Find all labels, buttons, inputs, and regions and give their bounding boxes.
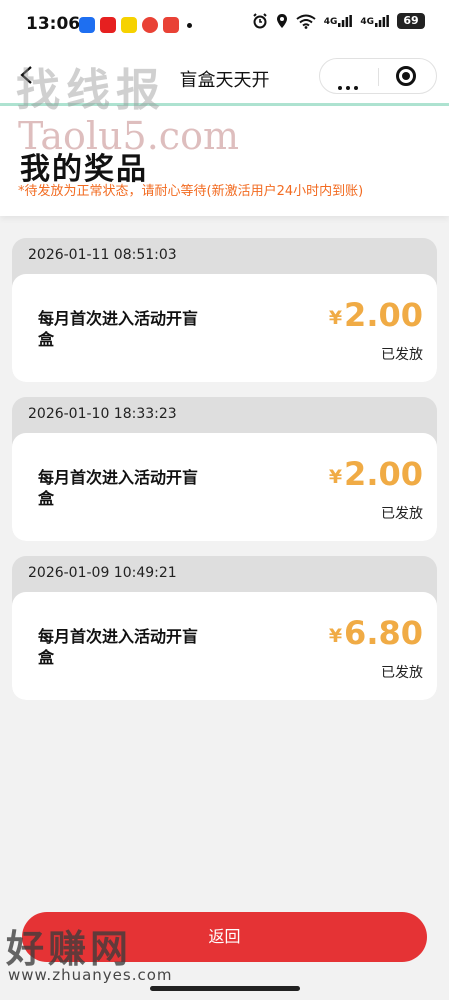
alarm-icon xyxy=(252,13,267,29)
prize-amount: ¥6.80 xyxy=(329,614,423,652)
red-app-icon xyxy=(100,17,116,33)
prize-status: 已发放 xyxy=(381,506,423,522)
more-notifications-dot-icon xyxy=(187,22,192,28)
watermark-bottom-cn: 好赚网 xyxy=(6,927,133,971)
amount-value: 6.80 xyxy=(344,614,423,652)
more-dots-icon[interactable] xyxy=(338,75,362,90)
prize-date: 2026-01-10 18:33:23 xyxy=(28,406,177,422)
prize-date: 2026-01-09 10:49:21 xyxy=(28,565,177,581)
location-icon xyxy=(276,14,287,28)
watermark-bottom-en: www.zhuanyes.com xyxy=(8,966,173,984)
battery-icon: 69 xyxy=(397,13,425,29)
prize-status: 已发放 xyxy=(381,347,423,363)
currency-symbol: ¥ xyxy=(328,307,343,329)
prize-card: 2026-01-09 10:49:21 每月首次进入活动开盲盒 ¥6.80 已发… xyxy=(12,556,437,700)
system-icons: 4G 4G 69 xyxy=(252,13,425,29)
red-square-app-icon xyxy=(163,17,179,33)
status-time: 13:06 xyxy=(26,14,81,34)
prize-body: 每月首次进入活动开盲盒 ¥2.00 已发放 xyxy=(12,274,437,382)
network-type-2: 4G xyxy=(360,17,374,27)
status-bar: 13:06 4G 4G 69 xyxy=(0,0,449,50)
currency-symbol: ¥ xyxy=(328,625,343,647)
prize-body: 每月首次进入活动开盲盒 ¥2.00 已发放 xyxy=(12,433,437,541)
mini-program-capsule xyxy=(319,58,437,94)
amount-value: 2.00 xyxy=(344,455,423,493)
meituan-app-icon xyxy=(121,17,137,33)
prize-status: 已发放 xyxy=(381,665,423,681)
prize-name: 每月首次进入活动开盲盒 xyxy=(38,627,199,667)
prize-amount: ¥2.00 xyxy=(329,455,423,493)
currency-symbol: ¥ xyxy=(328,466,343,488)
capsule-divider xyxy=(378,68,379,86)
prize-amount: ¥2.00 xyxy=(329,296,423,334)
wifi-icon xyxy=(296,14,316,29)
prize-name: 每月首次进入活动开盲盒 xyxy=(38,468,199,508)
amount-value: 2.00 xyxy=(344,296,423,334)
home-indicator[interactable] xyxy=(150,986,300,991)
signal-2-icon: 4G xyxy=(360,15,389,27)
target-circle-icon[interactable] xyxy=(396,66,416,86)
alipay-app-icon xyxy=(79,17,95,33)
prize-card: 2026-01-10 18:33:23 每月首次进入活动开盲盒 ¥2.00 已发… xyxy=(12,397,437,541)
pending-notice: *待发放为正常状态，请耐心等待(新激活用户24小时内到账) xyxy=(18,184,364,199)
prize-date: 2026-01-11 08:51:03 xyxy=(28,247,177,263)
watermark-top-cn: 找线报 xyxy=(16,65,166,116)
signal-1-icon: 4G xyxy=(324,15,353,27)
prize-body: 每月首次进入活动开盲盒 ¥6.80 已发放 xyxy=(12,592,437,700)
notification-icons xyxy=(79,17,192,33)
red-circle-app-icon xyxy=(142,17,158,33)
watermark-top-en: Taolu5.com xyxy=(18,114,240,158)
network-type-1: 4G xyxy=(323,17,338,27)
prize-card: 2026-01-11 08:51:03 每月首次进入活动开盲盒 ¥2.00 已发… xyxy=(12,238,437,382)
prize-name: 每月首次进入活动开盲盒 xyxy=(38,309,199,349)
